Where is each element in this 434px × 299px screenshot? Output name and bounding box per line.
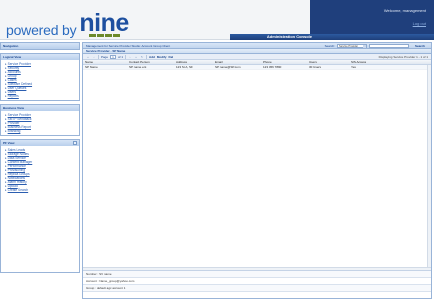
pf-view-header[interactable]: PF View <box>1 140 79 146</box>
search-input[interactable] <box>368 44 409 48</box>
search-label: Search: <box>324 44 335 48</box>
business-view-header[interactable]: Business View <box>1 105 79 111</box>
column-header-address[interactable]: Address <box>174 60 213 64</box>
pf-view-list: Sales Leads Storage Nodes Data Service C… <box>1 146 79 272</box>
table-cell: 123 St A, SF <box>176 65 193 69</box>
prev-page-icon[interactable]: ‹ <box>92 55 96 59</box>
add-button[interactable]: Add <box>149 55 155 59</box>
table-row[interactable]: SP Name SP name ent 123 St A, SF SP name… <box>83 65 431 70</box>
page-label: Page <box>101 54 109 59</box>
detail-panel: Number : SV name Account : Name_group@ya… <box>83 271 431 292</box>
detail-row: Account : Name_group@yahoo.com <box>83 278 431 285</box>
logo-nine: nine <box>79 9 129 37</box>
logical-view-list: Service Provider Security Accounts Group… <box>1 60 79 100</box>
refresh-icon[interactable]: ↻ <box>140 55 144 59</box>
column-header-name[interactable]: Name <box>83 60 127 64</box>
next-page-icon[interactable]: › <box>128 55 132 59</box>
console-title: Administration Console <box>266 34 312 39</box>
breadcrumb: Management for Service Provider Studio: … <box>83 43 431 49</box>
detail-row: Group : default agc account 1 <box>83 285 431 292</box>
nine-logo: powered by nine <box>6 11 129 37</box>
first-page-icon[interactable]: « <box>86 55 90 59</box>
navigation-panel: Navigation <box>0 42 80 50</box>
column-header-contact[interactable]: Contact Person <box>127 60 174 64</box>
column-header-sis-access[interactable]: SIS Access <box>349 60 397 64</box>
business-view-list: Service Provider SMTP Sendback Provider … <box>1 111 79 135</box>
app-header: powered by nine Welcome, management Log … <box>0 0 434 40</box>
search-area: Search: Service Provider Search <box>325 43 429 49</box>
table-cell: 30 Users <box>309 65 322 69</box>
main-panel: Management for Service Provider Studio: … <box>82 42 432 299</box>
table-cell: Yes <box>351 65 356 69</box>
delete-button[interactable]: Del <box>169 55 174 59</box>
search-scope-select[interactable]: Service Provider <box>336 44 367 48</box>
welcome-text: Welcome, management <box>383 8 426 13</box>
sidebar-item-create-search[interactable]: Create Search <box>5 188 76 192</box>
table-cell: 123 456 7890 <box>263 65 282 69</box>
column-header-email[interactable]: Email <box>213 60 261 64</box>
logical-view-panel: Logical View Service Provider Security A… <box>0 53 80 101</box>
vertical-scrollbar[interactable] <box>427 65 431 267</box>
logo-dots-icon <box>88 34 120 37</box>
table-cell: SP Name <box>85 65 98 69</box>
sidebar: Navigation Logical View Service Provider… <box>0 42 80 299</box>
detail-row: Number : SV name <box>83 271 431 278</box>
paging-status: Displaying Service Provider 1 - 1 of 1 <box>378 55 428 59</box>
logical-view-header[interactable]: Logical View <box>1 54 79 60</box>
logo-powered-by: powered by <box>6 22 77 38</box>
business-view-panel: Business View Service Provider SMTP Send… <box>0 104 80 136</box>
console-bar: Administration Console <box>230 34 434 40</box>
table-cell: SP name ent <box>129 65 147 69</box>
column-header-phone[interactable]: Phone <box>261 60 307 64</box>
column-header-users[interactable]: Users <box>307 60 349 64</box>
pf-view-panel: PF View Sales Leads Storage Nodes Data S… <box>0 139 80 273</box>
grid-toolbar: « ‹ Page 1 of 1 › » ↻ Add Modify Del Dis… <box>83 54 431 60</box>
modify-button[interactable]: Modify <box>157 55 167 59</box>
table-cell: SP name@SP.com <box>215 65 241 69</box>
sidebar-item-branding[interactable]: Branding <box>5 129 76 133</box>
search-button[interactable]: Search <box>411 43 429 49</box>
sidebar-item-reports[interactable]: Reports <box>5 94 76 98</box>
page-number-input[interactable]: 1 <box>110 54 117 59</box>
collapse-icon[interactable] <box>73 141 77 145</box>
last-page-icon[interactable]: » <box>134 55 138 59</box>
logout-link[interactable]: Log out <box>413 21 426 26</box>
page-of-label: of 1 <box>118 54 124 59</box>
grid-body: SP Name SP name ent 123 St A, SF SP name… <box>83 65 431 267</box>
navigation-title: Navigation <box>1 43 79 49</box>
